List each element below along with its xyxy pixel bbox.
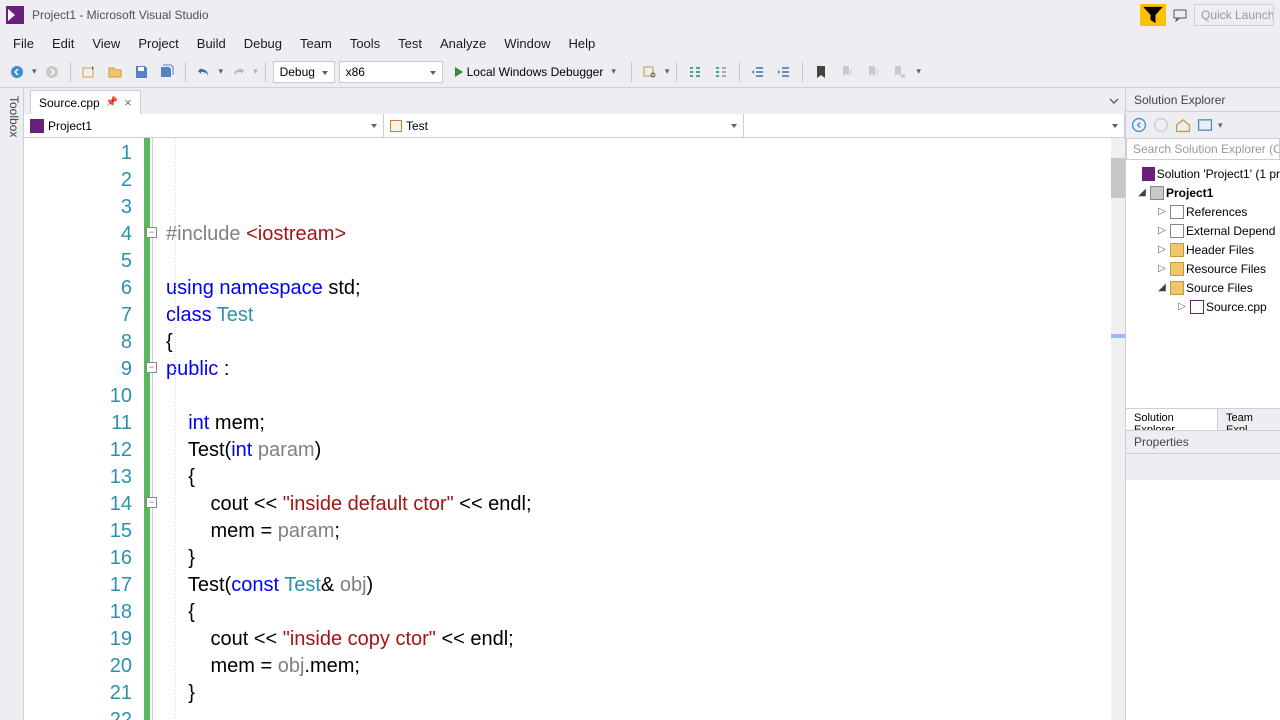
tab-solution-explorer[interactable]: Solution Explorer (1126, 409, 1218, 430)
feedback-icon[interactable] (1169, 4, 1191, 26)
save-all-button[interactable] (156, 61, 178, 83)
pin-icon[interactable]: 📌 (106, 97, 118, 108)
menu-build[interactable]: Build (188, 32, 235, 55)
tree-solution-node[interactable]: Solution 'Project1' (1 pr (1126, 164, 1280, 183)
bookmark-button[interactable] (810, 61, 832, 83)
tree-folder-node[interactable]: Resource Files (1126, 259, 1280, 278)
properties-title[interactable]: Properties (1126, 430, 1280, 454)
forward-icon[interactable] (1152, 116, 1170, 134)
solution-config-dropdown[interactable]: Debug (273, 61, 335, 83)
collapse-toggle[interactable]: − (146, 227, 157, 238)
new-project-button[interactable] (78, 61, 100, 83)
increase-indent-button[interactable] (773, 61, 795, 83)
title-bar: Project1 - Microsoft Visual Studio Quick… (0, 0, 1280, 30)
solution-platform-dropdown[interactable]: x86 (339, 61, 443, 83)
solution-explorer-toolbar: ▾ (1126, 112, 1280, 138)
menu-tools[interactable]: Tools (341, 32, 389, 55)
scope-dropdown[interactable]: Project1 (24, 114, 384, 137)
vertical-scrollbar[interactable] (1111, 138, 1125, 720)
play-icon (455, 67, 463, 77)
next-bookmark-button[interactable] (862, 61, 884, 83)
home-icon[interactable] (1174, 116, 1192, 134)
menu-analyze[interactable]: Analyze (431, 32, 495, 55)
open-file-button[interactable] (104, 61, 126, 83)
sync-icon[interactable] (1196, 116, 1214, 134)
navigation-bar: Project1 Test (24, 114, 1125, 138)
nav-forward-button[interactable] (41, 61, 63, 83)
project-icon (30, 119, 44, 133)
properties-grid (1126, 480, 1280, 720)
solution-icon (1142, 167, 1154, 181)
project-icon (1150, 186, 1164, 200)
find-button[interactable] (639, 61, 661, 83)
folder-icon (1170, 205, 1184, 219)
tree-folder-node[interactable]: External Depend (1126, 221, 1280, 240)
tab-label: Source.cpp (39, 96, 100, 110)
type-dropdown[interactable]: Test (384, 114, 744, 137)
vs-logo-icon (6, 6, 24, 24)
collapse-toggle[interactable]: − (146, 362, 157, 373)
folder-icon (1170, 224, 1184, 238)
menu-help[interactable]: Help (560, 32, 605, 55)
menu-project[interactable]: Project (129, 32, 187, 55)
clear-bookmarks-button[interactable] (888, 61, 910, 83)
document-tab[interactable]: Source.cpp 📌 × (30, 90, 141, 114)
tree-folder-node[interactable]: Header Files (1126, 240, 1280, 259)
cpp-file-icon (1190, 300, 1204, 314)
menu-file[interactable]: File (4, 32, 43, 55)
tab-overflow-button[interactable] (1107, 94, 1121, 108)
folder-icon (1170, 262, 1184, 276)
solution-search-input[interactable]: Search Solution Explorer (Ctrl (1126, 138, 1280, 160)
main-toolbar: ▾ ▾ ▾ Debug x86 Local Windows Debugger ▾… (0, 56, 1280, 88)
folder-icon (1170, 243, 1184, 257)
properties-toolbar: AZ (1126, 454, 1280, 480)
nav-back-button[interactable] (6, 61, 28, 83)
code-editor[interactable]: 12345678910111213141516171819202122 −−− … (24, 138, 1125, 720)
tab-team-explorer[interactable]: Team Expl (1218, 409, 1280, 430)
tree-file-node[interactable]: Source.cpp (1126, 297, 1280, 316)
notifications-filter-button[interactable] (1140, 4, 1166, 26)
collapse-toggle[interactable]: − (146, 497, 157, 508)
right-side-panel: Solution Explorer ▾ Search Solution Expl… (1125, 88, 1280, 720)
close-icon[interactable]: × (124, 95, 132, 110)
tree-folder-node[interactable]: Source Files (1126, 278, 1280, 297)
side-panel-tabs: Solution Explorer Team Expl (1126, 408, 1280, 430)
window-title: Project1 - Microsoft Visual Studio (32, 8, 209, 22)
class-icon (390, 120, 402, 132)
menu-test[interactable]: Test (389, 32, 431, 55)
document-tab-strip: Source.cpp 📌 × (24, 88, 1125, 114)
menu-team[interactable]: Team (291, 32, 341, 55)
menu-debug[interactable]: Debug (235, 32, 291, 55)
tree-folder-node[interactable]: References (1126, 202, 1280, 221)
line-number-gutter: 12345678910111213141516171819202122 (24, 138, 144, 720)
solution-tree[interactable]: Solution 'Project1' (1 pr Project1 Refer… (1126, 160, 1280, 408)
uncomment-button[interactable] (710, 61, 732, 83)
menu-window[interactable]: Window (495, 32, 559, 55)
comment-button[interactable] (684, 61, 706, 83)
tree-project-node[interactable]: Project1 (1126, 183, 1280, 202)
outlining-margin[interactable]: −−− (150, 138, 166, 720)
prev-bookmark-button[interactable] (836, 61, 858, 83)
menu-view[interactable]: View (83, 32, 129, 55)
code-text[interactable]: #include <iostream>using namespace std;c… (166, 138, 1125, 720)
menu-bar: FileEditViewProjectBuildDebugTeamToolsTe… (0, 30, 1280, 56)
redo-button[interactable] (227, 61, 249, 83)
solution-explorer-title[interactable]: Solution Explorer (1126, 88, 1280, 112)
quick-launch-input[interactable]: Quick Launch ( (1194, 4, 1274, 26)
save-button[interactable] (130, 61, 152, 83)
folder-icon (1170, 281, 1184, 295)
start-debugging-button[interactable]: Local Windows Debugger ▾ (447, 61, 624, 83)
back-icon[interactable] (1130, 116, 1148, 134)
undo-button[interactable] (193, 61, 215, 83)
toolbox-panel-tab[interactable]: Toolbox (0, 88, 24, 720)
decrease-indent-button[interactable] (747, 61, 769, 83)
member-dropdown[interactable] (744, 114, 1125, 137)
menu-edit[interactable]: Edit (43, 32, 83, 55)
